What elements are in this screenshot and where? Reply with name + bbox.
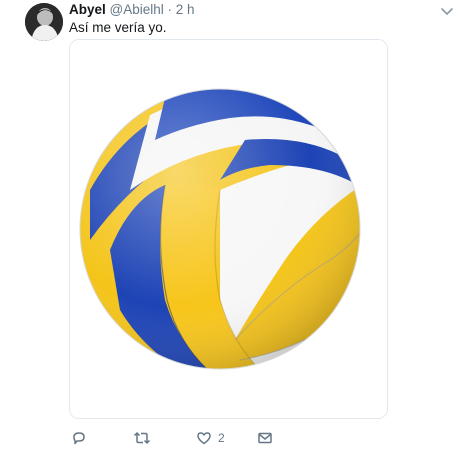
avatar[interactable] — [25, 3, 63, 41]
tweet-actions: 2 — [69, 428, 369, 448]
tweet-text: Así me vería yo. — [69, 20, 167, 35]
timestamp[interactable]: 2 h — [176, 2, 195, 17]
tweet-media[interactable] — [69, 39, 388, 419]
like-count: 2 — [218, 431, 225, 445]
chevron-down-icon[interactable] — [440, 4, 454, 16]
author-handle[interactable]: @Abielhl — [110, 2, 164, 17]
avatar-image — [25, 3, 63, 41]
message-button[interactable] — [257, 428, 273, 448]
like-button[interactable]: 2 — [196, 428, 225, 448]
like-icon — [196, 430, 212, 446]
tweet-card[interactable]: Abyel @Abielhl · 2 h Así me vería yo. 2 — [0, 0, 474, 452]
volleyball-image — [70, 40, 387, 418]
message-icon — [257, 430, 273, 446]
author-name[interactable]: Abyel — [69, 2, 106, 17]
reply-icon — [71, 430, 87, 446]
tweet-header: Abyel @Abielhl · 2 h — [69, 2, 195, 18]
retweet-icon — [133, 430, 151, 446]
retweet-button[interactable] — [133, 428, 151, 448]
reply-button[interactable] — [71, 428, 87, 448]
separator: · — [167, 2, 173, 17]
